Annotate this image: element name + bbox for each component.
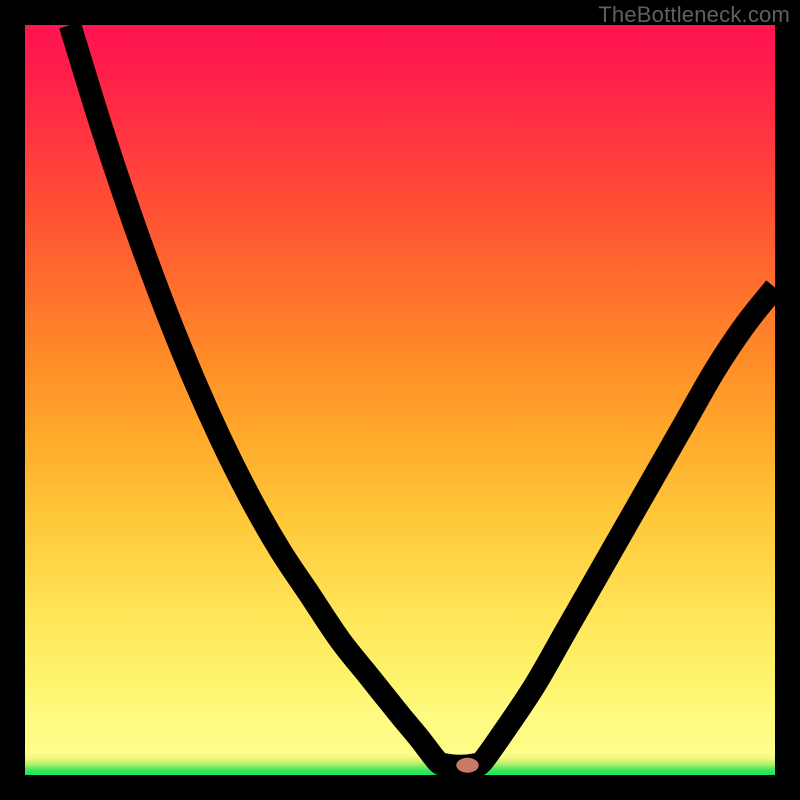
minimum-marker xyxy=(456,758,479,773)
bottleneck-curve xyxy=(70,25,775,766)
chart-frame: TheBottleneck.com xyxy=(0,0,800,800)
plot-area xyxy=(25,25,775,775)
curve-svg xyxy=(25,25,775,775)
watermark-text: TheBottleneck.com xyxy=(598,2,790,28)
